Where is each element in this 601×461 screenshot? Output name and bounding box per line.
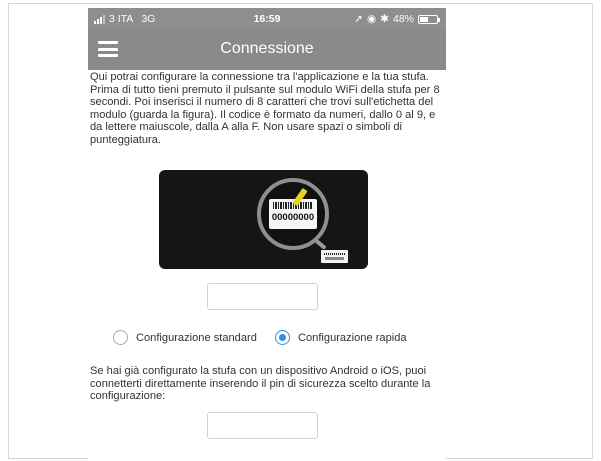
radio-label: Configurazione rapida xyxy=(298,331,407,344)
pin-instructions: Se hai già configurato la stufa con un d… xyxy=(90,365,431,403)
magnifier-icon: 00000000 xyxy=(257,178,329,250)
phone-screen: 3 ITA 3G 16:59 ➚ ◉ ✱ 48% Connessione Qui… xyxy=(88,8,446,461)
radio-label: Configurazione standard xyxy=(136,331,257,344)
battery-icon xyxy=(418,14,440,24)
battery-fill xyxy=(420,16,428,22)
example-code: 00000000 xyxy=(271,212,315,223)
module-label-sticker xyxy=(321,250,348,263)
status-bar: 3 ITA 3G 16:59 ➚ ◉ ✱ 48% xyxy=(88,8,446,30)
nav-bar: Connessione xyxy=(88,30,446,70)
pin-input[interactable] xyxy=(207,412,318,439)
location-icon: ➚ xyxy=(354,13,363,25)
bluetooth-icon: ✱ xyxy=(380,13,389,25)
intro-instructions: Qui potrai configurare la connessione tr… xyxy=(90,71,440,146)
radio-configurazione-rapida[interactable]: Configurazione rapida xyxy=(275,330,407,345)
module-code-input[interactable] xyxy=(207,283,318,310)
radio-configurazione-standard[interactable]: Configurazione standard xyxy=(113,330,257,345)
alarm-icon: ◉ xyxy=(367,13,377,25)
module-label-figure: 00000000 xyxy=(159,170,368,269)
page-title: Connessione xyxy=(220,40,314,57)
config-mode-group: Configurazione standard Configurazione r… xyxy=(113,330,433,350)
battery-percent: 48% xyxy=(392,13,414,25)
radio-circle[interactable] xyxy=(275,330,290,345)
status-right: ➚ ◉ ✱ 48% xyxy=(354,13,440,25)
radio-circle[interactable] xyxy=(113,330,128,345)
